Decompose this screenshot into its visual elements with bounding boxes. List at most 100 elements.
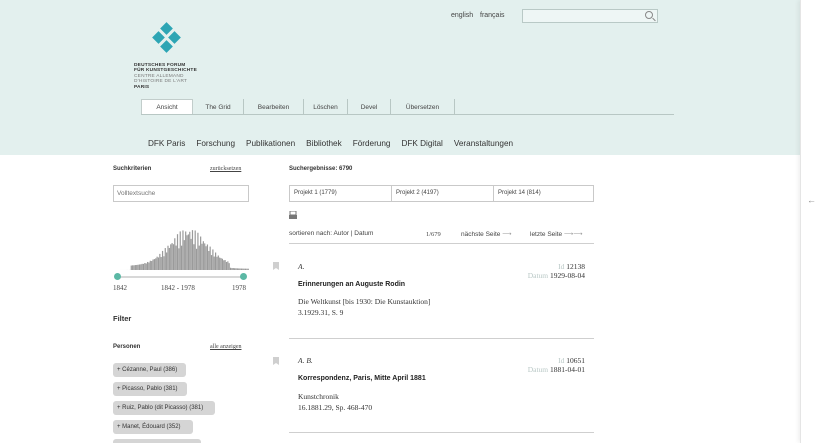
histogram-bar xyxy=(228,263,230,270)
histogram-bar xyxy=(179,231,181,270)
divider xyxy=(289,243,594,244)
nav-item-bibliothek[interactable]: Bibliothek xyxy=(306,139,342,148)
histogram-bar xyxy=(216,256,218,270)
result-volume: 16.1881.29, Sp. 468-470 xyxy=(298,403,373,412)
histogram-bar xyxy=(223,260,225,270)
nav-item-dfk-digital[interactable]: DFK Digital xyxy=(401,139,442,148)
tab-ansicht[interactable]: Ansicht xyxy=(141,99,193,115)
histogram-bar xyxy=(170,244,172,270)
arrow-left-icon[interactable]: ← xyxy=(807,195,816,205)
histogram-bar xyxy=(195,248,198,270)
reset-link[interactable]: zurücksetzen xyxy=(210,166,241,172)
tab-the-grid[interactable]: The Grid xyxy=(193,99,244,115)
histogram-bar xyxy=(191,230,194,270)
site-header: english français DEUTSCHES FORUM FÜR KUN… xyxy=(0,0,800,155)
histogram-bar xyxy=(210,255,213,270)
lang-english-link[interactable]: english xyxy=(451,12,473,19)
histogram-bar xyxy=(205,246,207,270)
filter-heading: Filter xyxy=(113,314,132,323)
histogram-bar xyxy=(149,260,151,270)
histogram-bar xyxy=(238,268,240,270)
histogram-bar xyxy=(136,264,138,270)
project-tab-1[interactable]: Projekt 1 (1779) xyxy=(290,186,392,201)
histogram-bar xyxy=(171,243,173,270)
nav-item-dfk-paris[interactable]: DFK Paris xyxy=(148,139,185,148)
nav-item-publikationen[interactable]: Publikationen xyxy=(246,139,295,148)
result-date: 1881-04-01 xyxy=(550,365,585,374)
histogram-bar xyxy=(181,245,183,270)
range-start-handle[interactable] xyxy=(114,273,121,280)
histogram-bar xyxy=(215,252,217,270)
range-selected-label: 1842 - 1978 xyxy=(161,284,195,292)
result-author[interactable]: A. xyxy=(298,262,304,271)
main-nav: DFK Paris Forschung Publikationen Biblio… xyxy=(148,139,524,148)
person-filter-chip[interactable]: + Cézanne, Paul (386) xyxy=(113,363,186,377)
last-page-link[interactable]: letzte Seite ⟶⟶ xyxy=(530,230,583,238)
logo-line: PARIS xyxy=(134,84,150,90)
project-tab-14[interactable]: Projekt 14 (814) xyxy=(494,186,593,201)
fulltext-search-input[interactable] xyxy=(113,185,249,202)
result-title[interactable]: Korrespondenz, Paris, Mitte April 1881 xyxy=(298,375,426,382)
person-filter-chip[interactable]: + Manet, Édouard (352) xyxy=(113,420,193,434)
lang-francais-link[interactable]: français xyxy=(480,12,505,19)
histogram-bar xyxy=(221,258,223,270)
nav-item-veranstaltungen[interactable]: Veranstaltungen xyxy=(454,139,513,148)
histogram-bar xyxy=(138,264,141,270)
histogram-bar xyxy=(159,253,161,270)
result-title[interactable]: Erinnerungen an Auguste Rodin xyxy=(298,281,405,288)
search-icon[interactable] xyxy=(645,11,653,19)
result-author[interactable]: A. B. xyxy=(298,356,313,365)
tab-devel[interactable]: Devel xyxy=(348,99,391,115)
histogram-bar xyxy=(231,268,233,270)
histogram-bar xyxy=(186,235,188,270)
nav-item-foerderung[interactable]: Förderung xyxy=(353,139,391,148)
result-date: 1929-08-04 xyxy=(550,271,585,280)
divider xyxy=(289,338,594,339)
histogram-bar xyxy=(225,261,228,270)
bookmark-icon[interactable] xyxy=(273,357,279,365)
range-max-label: 1978 xyxy=(232,284,246,292)
histogram-bar xyxy=(187,234,189,270)
id-label: Id xyxy=(558,262,565,271)
histogram-bar xyxy=(239,268,241,270)
arrow-right-icon: ⟶ xyxy=(502,231,512,238)
result-volume: 3.1929.31, S. 9 xyxy=(298,308,344,317)
logo-diamond-icon xyxy=(168,31,181,44)
histogram-bar xyxy=(141,263,143,270)
histogram-bar xyxy=(183,240,185,270)
person-filter-chip[interactable]: + Ruiz, Pablo (dit Picasso) (381) xyxy=(113,401,215,415)
histogram-bar xyxy=(142,263,145,270)
criteria-heading: Suchkriterien xyxy=(113,166,152,172)
histogram-bar xyxy=(234,268,236,270)
date-label: Datum xyxy=(527,271,549,280)
logo-wordmark: DEUTSCHES FORUM FÜR KUNSTGESCHICHTE CENT… xyxy=(134,63,197,90)
site-search-input[interactable] xyxy=(522,9,658,23)
histogram-bar xyxy=(153,259,155,270)
tab-uebersetzen[interactable]: Übersetzen xyxy=(391,99,455,115)
sort-options[interactable]: sortieren nach: Autor | Datum xyxy=(289,230,373,237)
tab-loeschen[interactable]: Löschen xyxy=(304,99,348,115)
result-source: Die Weltkunst [bis 1930: Die Kunstauktio… xyxy=(298,297,431,306)
bookmark-icon[interactable] xyxy=(273,262,279,270)
next-page-link[interactable]: nächste Seite ⟶ xyxy=(461,230,512,238)
logo-diamond-icon xyxy=(160,40,173,53)
nav-item-forschung[interactable]: Forschung xyxy=(196,139,235,148)
project-tab-2[interactable]: Projekt 2 (4197) xyxy=(392,186,494,201)
histogram-bar xyxy=(148,262,150,270)
result-meta: Id 12138 Datum 1929-08-04 xyxy=(528,262,585,280)
person-filter-chip[interactable] xyxy=(113,439,201,443)
histogram-bar xyxy=(174,238,176,270)
histogram-bar xyxy=(178,248,180,270)
show-all-persons-link[interactable]: alle anzeigen xyxy=(210,344,241,350)
person-filter-chip[interactable]: + Picasso, Pablo (381) xyxy=(113,382,187,396)
tab-bearbeiten[interactable]: Bearbeiten xyxy=(244,99,304,115)
range-end-handle[interactable] xyxy=(240,273,247,280)
histogram-bar xyxy=(219,257,221,270)
histogram-bar xyxy=(220,258,222,270)
histogram-bar xyxy=(200,236,202,270)
histogram-bar xyxy=(189,231,191,270)
date-range-track[interactable] xyxy=(117,276,244,278)
histogram-bar xyxy=(242,268,244,270)
print-icon[interactable] xyxy=(289,211,297,220)
histogram-bar xyxy=(130,265,132,270)
